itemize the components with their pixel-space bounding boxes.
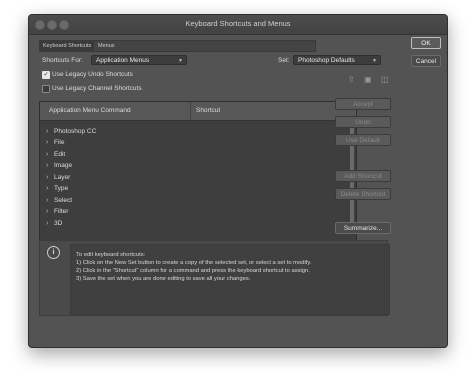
table-row[interactable]: › Photoshop CC [40,126,348,137]
chevron-right-icon: › [46,174,49,181]
set-select[interactable]: Photoshop Defaults ▼ [293,55,381,65]
table-row[interactable]: › Edit [40,149,348,160]
ok-button[interactable]: OK [411,37,441,49]
legacy-undo-checkbox[interactable]: ✓ [42,71,50,79]
legacy-channel-label: Use Legacy Channel Shortcuts [52,85,142,92]
menu-command: Type [54,185,69,192]
keyboard-shortcuts-dialog: Keyboard Shortcuts and Menus Keyboard Sh… [28,14,448,348]
table-row[interactable]: › Image [40,160,348,171]
window-title: Keyboard Shortcuts and Menus [185,19,291,28]
menu-command: File [54,139,65,146]
save-set-icon[interactable]: ⇧ [348,75,355,85]
table-header: Application Menu Command Shortcut [40,102,356,121]
undo-button[interactable]: Undo [335,116,391,128]
chevron-down-icon: ▼ [178,58,183,64]
shortcuts-for-select[interactable]: Application Menus ▼ [91,55,187,65]
chevron-right-icon: › [46,162,49,169]
menu-command: Image [54,162,73,169]
delete-shortcut-button[interactable]: Delete Shortcut [335,188,391,200]
table-row[interactable]: › Type [40,183,348,194]
column-divider [190,102,191,120]
table-row[interactable]: › 3D [40,218,348,229]
info-line: 3) Save the set when you are done editin… [76,276,251,282]
chevron-right-icon: › [46,208,49,215]
info-icon: i [47,246,60,259]
table-row[interactable]: › File [40,137,348,148]
chevron-right-icon: › [46,128,49,135]
title-bar: Keyboard Shortcuts and Menus [29,15,447,35]
set-label: Set: [278,57,290,64]
table-row[interactable]: › Layer [40,172,348,183]
info-line: 2) Click in the "Shortcut" column for a … [76,268,310,274]
shortcut-table: Application Menu Command Shortcut › Photo… [39,101,357,253]
legacy-channel-checkbox[interactable] [42,85,50,93]
chevron-down-icon: ▼ [372,58,377,64]
column-header-shortcut: Shortcut [196,107,221,114]
chevron-right-icon: › [46,220,49,227]
summarize-button[interactable]: Summarize... [335,222,391,234]
info-line: 1) Click on the New Set button to create… [76,260,312,266]
tab-menus[interactable]: Menus [95,41,118,51]
table-row[interactable]: › Filter [40,206,348,217]
add-shortcut-button[interactable]: Add Shortcut [335,170,391,182]
tab-keyboard-shortcuts[interactable]: Keyboard Shortcuts [40,41,95,51]
accept-button[interactable]: Accept [335,98,391,110]
new-set-icon[interactable]: ▣ [364,75,372,85]
table-row[interactable]: › Select [40,195,348,206]
menu-command: Select [54,197,73,204]
info-text-area: To edit keyboard shortcuts: 1) Click on … [70,244,390,315]
info-panel: i To edit keyboard shortcuts: 1) Click o… [39,240,390,316]
chevron-right-icon: › [46,139,49,146]
shortcuts-for-label: Shortcuts For: [42,57,83,64]
cancel-button[interactable]: Cancel [411,55,441,67]
menu-command: Filter [54,208,69,215]
legacy-undo-label: Use Legacy Undo Shortcuts [52,71,133,78]
menu-command: Layer [54,174,71,181]
trash-icon[interactable]: ◫ [381,75,389,85]
shortcuts-for-value: Application Menus [96,57,150,64]
menu-command: Edit [54,151,66,158]
info-line: To edit keyboard shortcuts: [76,252,146,258]
use-default-button[interactable]: Use Default [335,134,391,146]
chevron-right-icon: › [46,151,49,158]
chevron-right-icon: › [46,197,49,204]
chevron-right-icon: › [46,185,49,192]
tab-bar: Keyboard Shortcuts Menus [39,40,316,52]
menu-command: 3D [54,220,63,227]
column-header-command: Application Menu Command [49,107,131,114]
set-value: Photoshop Defaults [298,57,355,64]
menu-command: Photoshop CC [54,128,97,135]
